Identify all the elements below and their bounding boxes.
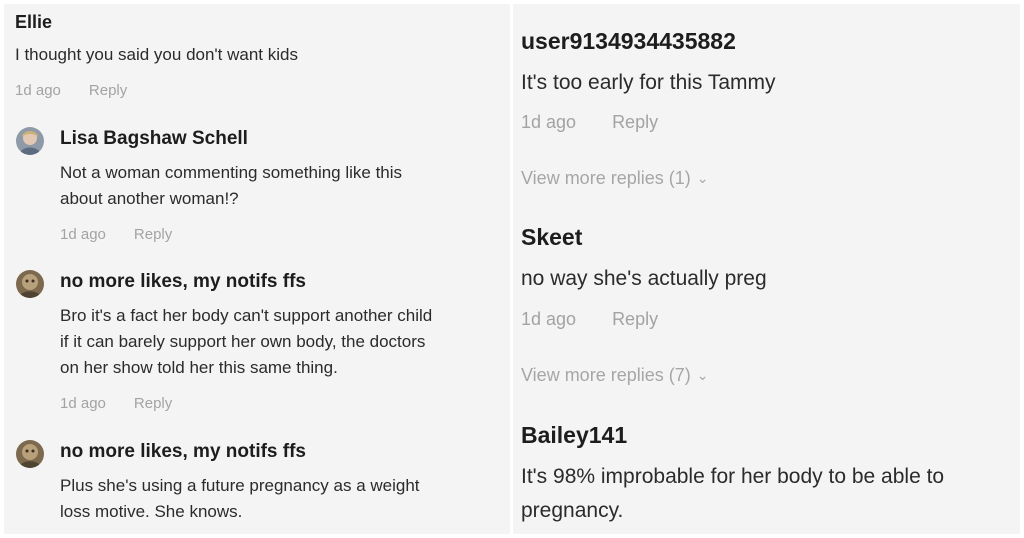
- reply-button[interactable]: Reply: [89, 82, 127, 99]
- comment-meta: 1d ago Reply: [521, 309, 658, 330]
- comment-text: I thought you said you don't want kids: [15, 45, 298, 64]
- comment-author[interactable]: Lisa Bagshaw Schell: [60, 128, 248, 150]
- right-comments-panel: user9134934435882 It's too early for thi…: [513, 4, 1020, 534]
- comment-text: no way she's actually preg: [521, 267, 767, 290]
- user-avatar-icon[interactable]: [16, 440, 44, 468]
- comment-text-line: Not a woman commenting something like th…: [60, 163, 403, 182]
- comment-author[interactable]: user9134934435882: [521, 28, 736, 55]
- chevron-down-icon: ⌄: [696, 367, 709, 383]
- comment-meta: 1d ago Reply: [521, 112, 658, 133]
- comment-text-line: Plus she's using a future pregnancy as a…: [60, 476, 420, 495]
- comment-text-line: if it can barely support her own body, t…: [60, 332, 426, 351]
- comment-timestamp: 1d ago: [60, 226, 106, 243]
- comment-meta: 1d ago Reply: [15, 82, 127, 99]
- comment-timestamp: 1d ago: [521, 309, 577, 329]
- comment-meta: 1d ago Reply: [60, 395, 172, 412]
- view-more-replies-label: View more replies (1): [521, 168, 691, 188]
- comment-text-line: on her show told her this same thing.: [60, 358, 338, 377]
- view-more-replies-label: View more replies (7): [521, 365, 691, 385]
- reply-button[interactable]: Reply: [134, 395, 172, 412]
- comment-meta: 1d ago Reply: [60, 226, 172, 243]
- comment-author[interactable]: no more likes, my notifs ffs: [60, 441, 306, 463]
- chevron-down-icon: ⌄: [696, 170, 709, 186]
- view-more-replies-button[interactable]: View more replies (7) ⌄: [521, 365, 708, 386]
- reply-button[interactable]: Reply: [134, 226, 172, 243]
- comment-timestamp: 1d ago: [15, 82, 61, 99]
- comment-text: It's too early for this Tammy: [521, 71, 776, 94]
- comment-text: It's 98% improbable for her body to be a…: [521, 460, 1017, 528]
- user-avatar-icon[interactable]: [16, 270, 44, 298]
- user-avatar-icon[interactable]: [16, 127, 44, 155]
- comment-author[interactable]: no more likes, my notifs ffs: [60, 271, 306, 293]
- comment-author[interactable]: Ellie: [15, 12, 52, 33]
- comment-text-line: pregnancy.: [521, 499, 624, 522]
- reply-button[interactable]: Reply: [612, 309, 658, 330]
- comment-text-line: It's 98% improbable for her body to be a…: [521, 465, 945, 488]
- comment-text-line: about another woman!?: [60, 189, 239, 208]
- comment-timestamp: 1d ago: [521, 112, 577, 132]
- comment-timestamp: 1d ago: [60, 395, 106, 412]
- view-more-replies-button[interactable]: View more replies (1) ⌄: [521, 168, 708, 189]
- comment-author[interactable]: Bailey141: [521, 422, 627, 449]
- comment-text: Not a woman commenting something like th…: [60, 160, 402, 212]
- comment-text-line: loss motive. She knows.: [60, 502, 243, 521]
- left-comments-panel: Ellie I thought you said you don't want …: [4, 4, 510, 534]
- comment-author[interactable]: Skeet: [521, 224, 582, 251]
- comment-text: Plus she's using a future pregnancy as a…: [60, 473, 420, 525]
- reply-button[interactable]: Reply: [612, 112, 658, 133]
- comment-text-line: Bro it's a fact her body can't support a…: [60, 306, 433, 325]
- comment-text: Bro it's a fact her body can't support a…: [60, 303, 432, 381]
